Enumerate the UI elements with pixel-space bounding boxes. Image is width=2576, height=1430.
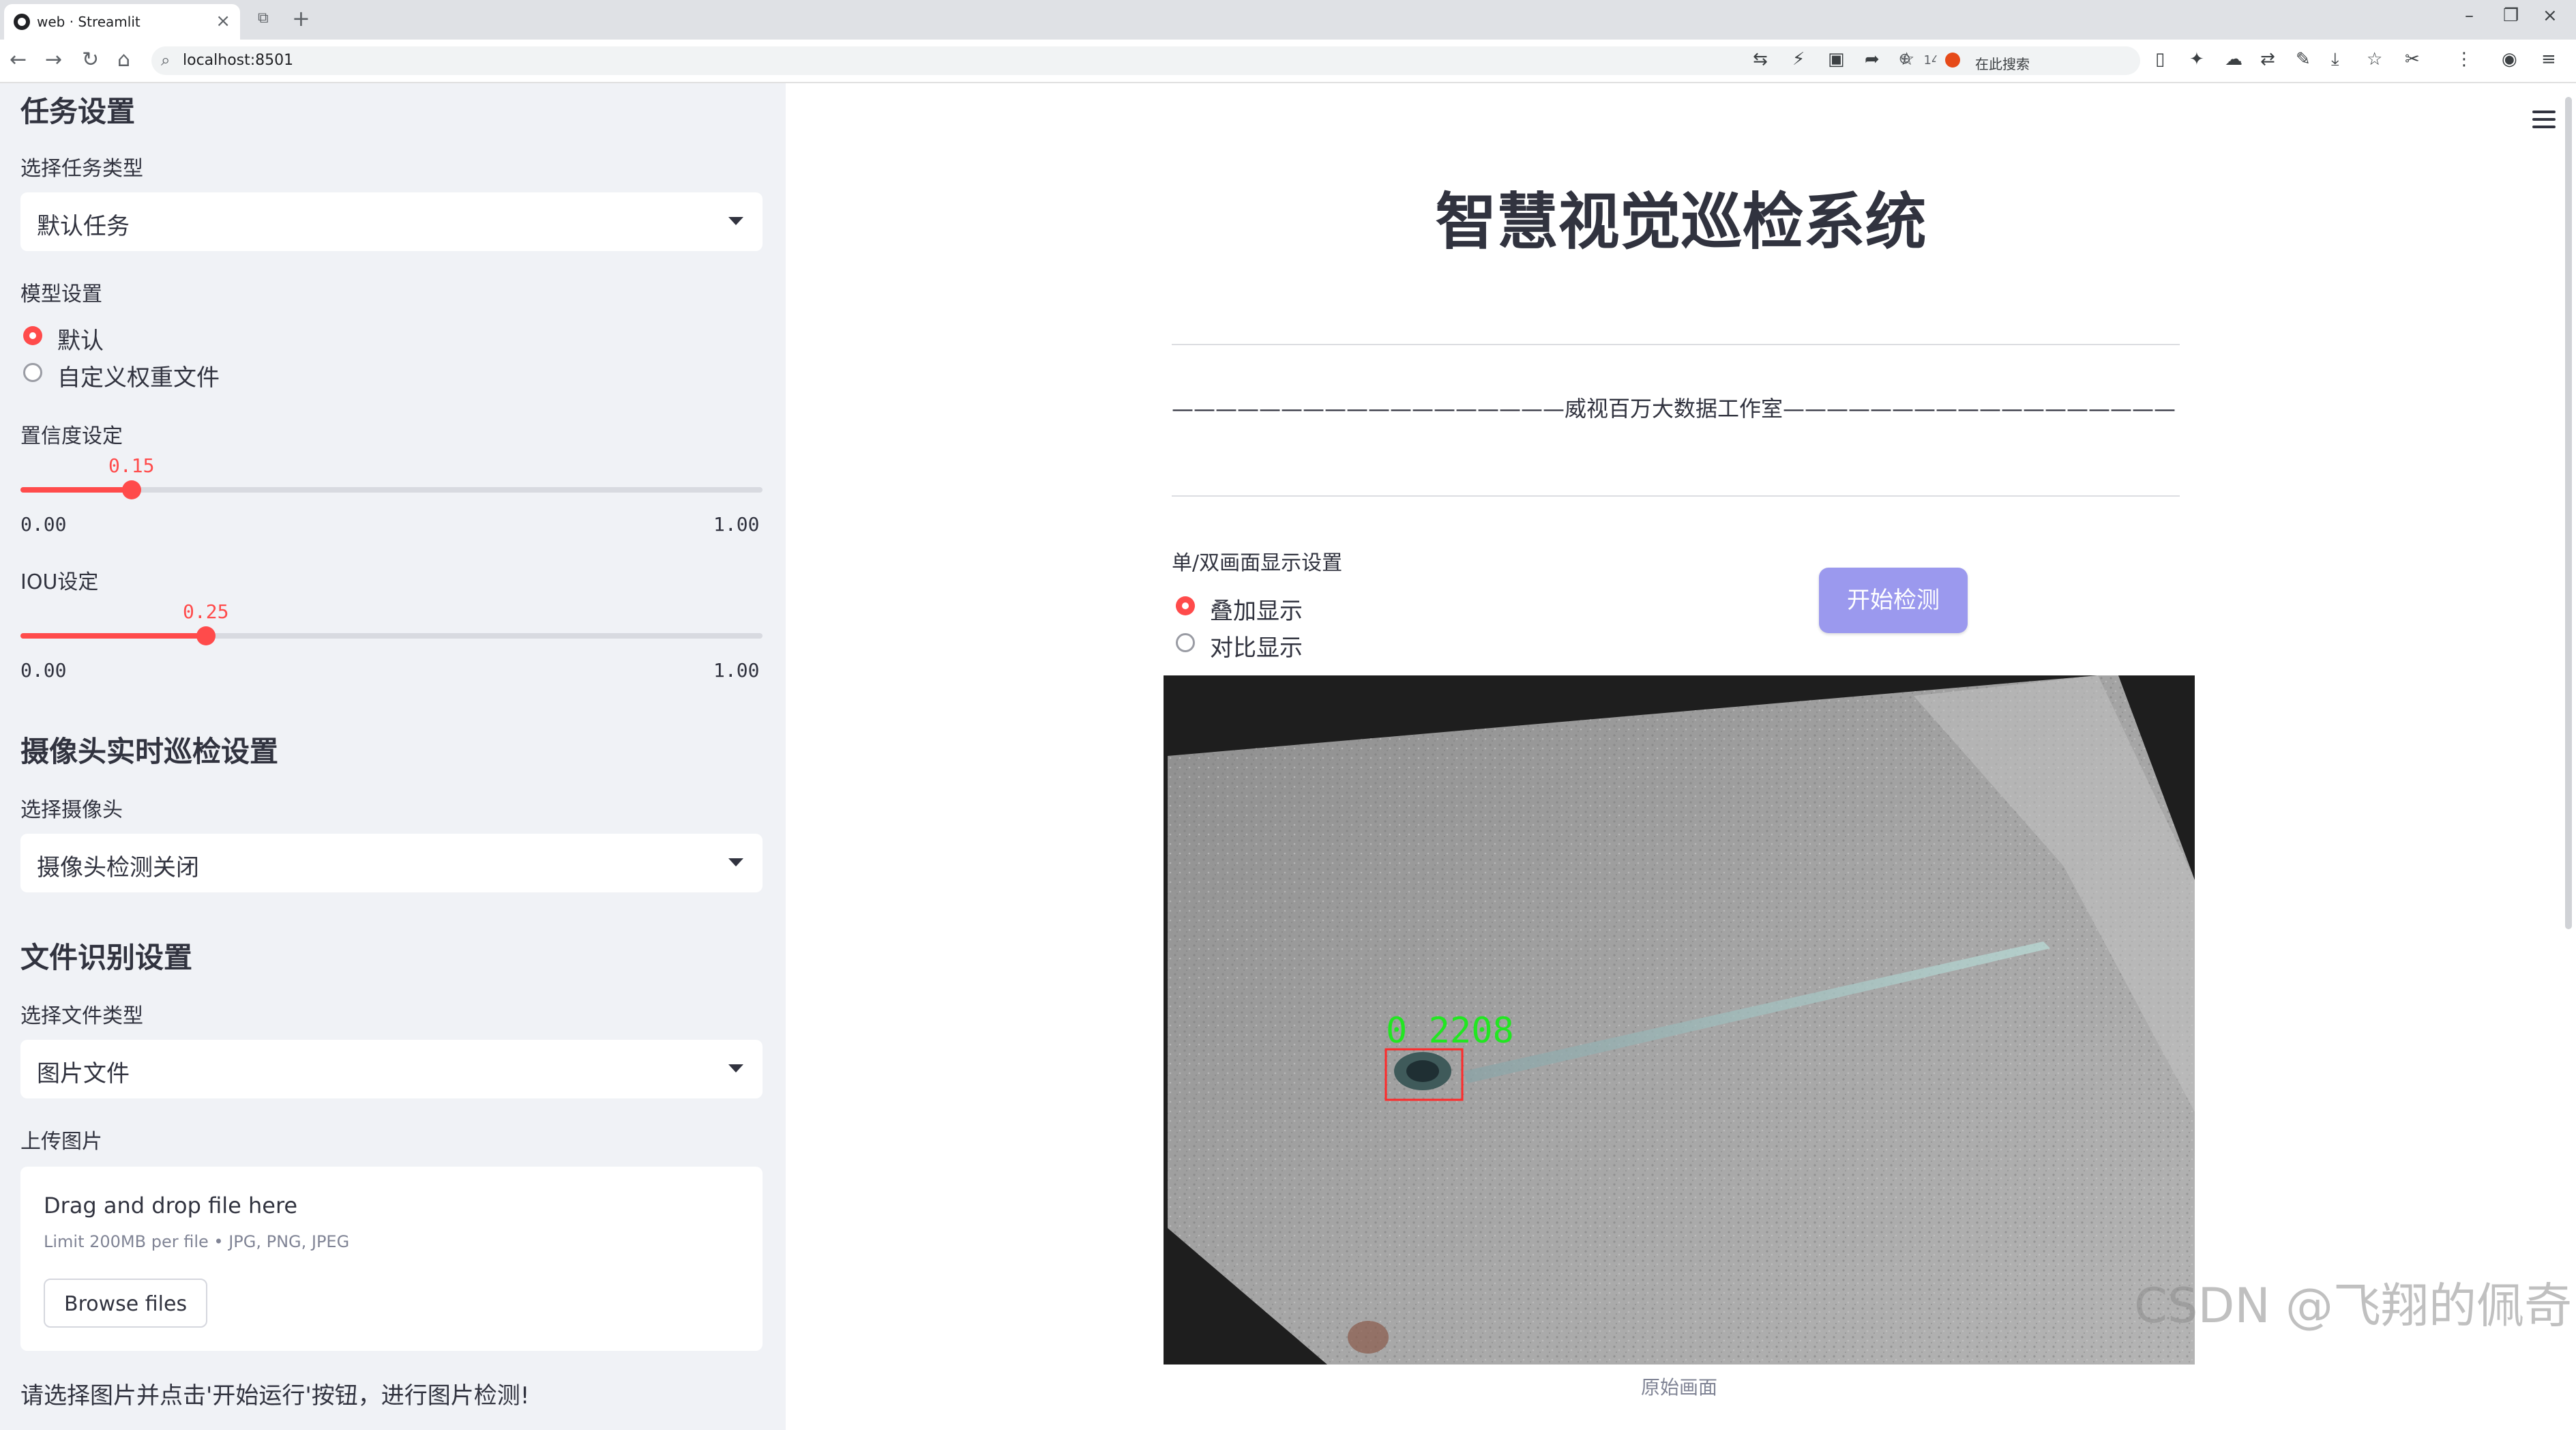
search-icon: ⌕	[161, 50, 171, 70]
download-icon[interactable]: ⤓	[2331, 49, 2339, 70]
extension-ai-icon[interactable]: ✦	[2189, 49, 2204, 70]
browse-files-button[interactable]: Browse files	[44, 1279, 208, 1328]
extension-cloud-icon[interactable]: ☁	[2225, 49, 2242, 70]
radio-label: 默认	[57, 327, 104, 355]
profile-avatar-icon[interactable]: ◉	[2502, 49, 2517, 70]
display-mode-label: 单/双画面显示设置	[1172, 551, 1343, 575]
slider-fill	[20, 487, 132, 493]
tab-group-icon[interactable]: ⧉	[258, 10, 269, 27]
more-menu-icon[interactable]: ⋮	[2455, 49, 2473, 70]
browser-tab[interactable]: web · Streamlit ×	[4, 4, 240, 40]
radio-selected-icon[interactable]	[1176, 596, 1195, 615]
file-type-label: 选择文件类型	[20, 1004, 143, 1028]
reload-icon[interactable]: ↻	[82, 48, 99, 72]
confidence-min: 0.00	[20, 513, 67, 536]
dropzone-title: Drag and drop file here	[44, 1193, 298, 1219]
divider	[1172, 495, 2180, 497]
forward-icon[interactable]: →	[45, 48, 62, 72]
new-tab-icon[interactable]: +	[292, 5, 310, 31]
minimize-icon[interactable]: –	[2465, 5, 2474, 26]
close-tab-icon[interactable]: ×	[216, 11, 231, 31]
task-type-select[interactable]: 默认任务	[20, 192, 763, 251]
iou-value: 0.25	[183, 600, 229, 623]
detection-image: 0 2208	[1164, 675, 2195, 1365]
chevron-down-icon	[728, 217, 743, 225]
back-icon[interactable]: ←	[10, 48, 27, 72]
file-section-title: 文件识别设置	[20, 941, 193, 974]
screenshot-icon[interactable]: ▣	[1828, 49, 1845, 70]
slider-thumb[interactable]	[122, 480, 141, 499]
file-uploader-dropzone[interactable]: Drag and drop file here Limit 200MB per …	[20, 1167, 763, 1351]
model-label: 模型设置	[20, 282, 102, 306]
search-engine-logo-icon	[1945, 53, 1960, 68]
close-window-icon[interactable]: ×	[2543, 5, 2558, 26]
mobile-icon[interactable]: ▯	[2155, 49, 2165, 70]
extension-translate-icon[interactable]: ⇄	[2260, 49, 2275, 70]
confidence-label: 置信度设定	[20, 424, 123, 448]
confidence-slider[interactable]	[20, 476, 763, 504]
scissors-icon[interactable]: ✂	[2405, 49, 2420, 70]
file-type-value: 图片文件	[37, 1060, 130, 1088]
camera-label: 选择摄像头	[20, 798, 123, 822]
browser-toolbar: ← → ↻ ⌂ ⌕ localhost:8501 ⊕ 140% ⇆ ⚡ ▣ ➦ …	[0, 40, 2576, 83]
camera-value: 摄像头检测关闭	[37, 854, 199, 881]
radio-selected-icon[interactable]	[23, 326, 42, 345]
translate-icon[interactable]: ⇆	[1753, 49, 1768, 70]
slider-thumb[interactable]	[196, 626, 216, 645]
iou-slider[interactable]	[20, 622, 763, 650]
search-box-placeholder: 在此搜索	[1975, 56, 2030, 72]
radio-unselected-icon[interactable]	[23, 363, 42, 382]
radio-label: 叠加显示	[1210, 598, 1303, 625]
url-text: localhost:8501	[183, 52, 294, 69]
sidebar: 任务设置 选择任务类型 默认任务 模型设置 默认 自定义权重文件 置信度设定 0…	[0, 83, 786, 1430]
upload-label: 上传图片	[20, 1130, 102, 1154]
iou-label: IOU设定	[20, 570, 99, 594]
bolt-icon[interactable]: ⚡	[1792, 49, 1805, 70]
hamburger-menu-icon[interactable]	[2532, 111, 2556, 133]
home-icon[interactable]: ⌂	[117, 48, 130, 72]
browser-tab-bar: web · Streamlit × ⧉ + – ❐ ×	[0, 0, 2576, 40]
chevron-down-icon	[728, 1064, 743, 1072]
image-caption: 原始画面	[1640, 1376, 1717, 1399]
radio-label: 对比显示	[1210, 634, 1303, 662]
slider-fill	[20, 633, 206, 639]
csdn-watermark: CSDN @飞翔的佩奇	[2134, 1278, 2572, 1334]
share-icon[interactable]: ➦	[1865, 49, 1880, 70]
studio-subtitle: ——————————————————威视百万大数据工作室————————————…	[1172, 396, 2176, 422]
browser-menu-icon[interactable]: ≡	[2541, 49, 2556, 70]
camera-section-title: 摄像头实时巡检设置	[20, 735, 279, 768]
confidence-value: 0.15	[108, 454, 155, 477]
page-title: 智慧视觉巡检系统	[1435, 186, 1927, 258]
file-type-select[interactable]: 图片文件	[20, 1040, 763, 1098]
divider	[1172, 344, 2180, 345]
main-content: 智慧视觉巡检系统 ——————————————————威视百万大数据工作室———…	[786, 83, 2576, 1430]
dropzone-limit: Limit 200MB per file • JPG, PNG, JPEG	[44, 1232, 350, 1251]
sidebar-hint: 请选择图片并点击'开始运行'按钮，进行图片检测!	[20, 1382, 530, 1410]
camera-select[interactable]: 摄像头检测关闭	[20, 834, 763, 892]
task-section-title: 任务设置	[20, 95, 136, 128]
iou-min: 0.00	[20, 659, 67, 682]
bookmark-star-icon[interactable]: ☆	[1899, 49, 1914, 70]
inspection-photo: 0 2208	[1164, 675, 2195, 1365]
confidence-max: 1.00	[713, 513, 760, 536]
address-bar[interactable]: ⌕ localhost:8501 ⊕ 140%	[151, 46, 2034, 75]
streamlit-favicon-icon	[14, 14, 30, 30]
task-type-value: 默认任务	[37, 213, 130, 240]
radio-unselected-icon[interactable]	[1176, 633, 1195, 652]
tab-title: web · Streamlit	[37, 14, 140, 30]
browser-search-box[interactable]: 在此搜索	[1936, 46, 2140, 75]
chevron-down-icon	[728, 858, 743, 866]
radio-label: 自定义权重文件	[57, 364, 220, 392]
detection-label: 0 2208	[1386, 1010, 1514, 1051]
restore-icon[interactable]: ❐	[2503, 5, 2519, 26]
task-type-label: 选择任务类型	[20, 157, 143, 181]
iou-max: 1.00	[713, 659, 760, 682]
favorites-icon[interactable]: ☆	[2367, 49, 2382, 70]
start-detection-button[interactable]: 开始检测	[1819, 568, 1968, 633]
extension-pen-icon[interactable]: ✎	[2296, 49, 2311, 70]
